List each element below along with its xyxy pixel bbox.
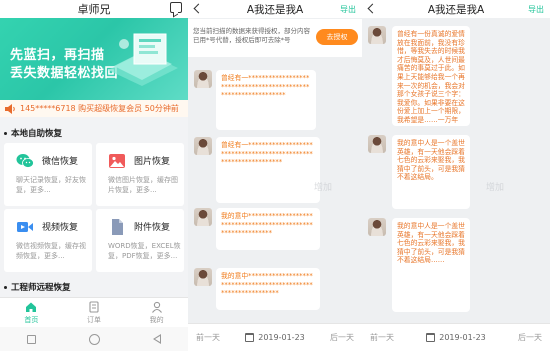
prev-day-button[interactable]: 前一天 [370, 332, 394, 343]
avatar[interactable] [194, 70, 212, 88]
next-day-button[interactable]: 后一天 [518, 332, 542, 343]
current-date: 2019-01-23 [258, 333, 305, 342]
tab-home[interactable]: 首页 [0, 298, 63, 327]
avatar[interactable] [194, 137, 212, 155]
card-desc: WORD恢复，EXCEL恢复，PDF恢复，更多... [108, 242, 181, 260]
banner-illustration-icon [108, 33, 178, 86]
card-desc: 微信图片恢复，缓存图片恢复，更多... [108, 176, 178, 194]
home-screen: 卓师兄 先蓝扫，再扫描 丢失数据轻松找回 145*****6718 购买超级恢复… [0, 0, 188, 351]
image-recovery-card[interactable]: 图片恢复 微信图片恢复，缓存图片恢复，更多... [96, 143, 184, 206]
chat-header: A我还是我A 导出 [188, 0, 362, 18]
wechat-icon [16, 154, 34, 168]
tab-label: 订单 [87, 315, 101, 324]
message-bubble[interactable]: 曾经有一份真诚的爱情放在我面前，我没有珍惜，等我失去的时候我才后悔莫及，人世间最… [392, 26, 470, 126]
message-bubble[interactable]: 曾经有一************************************… [216, 70, 316, 130]
file-icon [112, 219, 123, 235]
chat-header: A我还是我A 导出 [362, 0, 550, 18]
date-navigator: 前一天 2019-01-23 后一天 [188, 323, 362, 351]
wechat-recovery-card[interactable]: 微信恢复 聊天记录恢复，好友恢复，更多... [4, 143, 92, 206]
home-icon [26, 302, 37, 312]
watermark-text: 增加 [486, 183, 505, 193]
chat-title: A我还是我A [246, 3, 304, 16]
current-date: 2019-01-23 [439, 333, 486, 342]
avatar[interactable] [194, 268, 212, 286]
user-icon [151, 301, 162, 313]
bottom-tabbar: 首页 订单 我的 [0, 297, 188, 327]
image-icon [109, 154, 125, 168]
banner-line1: 先蓝扫，再扫描 [10, 48, 105, 63]
message-bubble[interactable]: 我的意中人是一个盖世英雄，有一天他会踩着七色的云彩来娶我，我猜中了前头，可是我猜… [392, 135, 470, 209]
promo-banner[interactable]: 先蓝扫，再扫描 丢失数据轻松找回 [0, 18, 188, 100]
calendar-icon [426, 333, 436, 342]
card-title: 图片恢复 [134, 157, 171, 167]
speaker-icon [5, 103, 15, 114]
avatar[interactable] [368, 135, 386, 153]
export-button[interactable]: 导出 [340, 4, 356, 15]
tab-label: 我的 [149, 315, 164, 324]
back-triangle-icon[interactable] [153, 334, 162, 344]
avatar[interactable] [368, 218, 386, 236]
authorize-button[interactable]: 去授权 [316, 29, 358, 45]
card-title: 视频恢复 [42, 223, 79, 233]
video-recovery-card[interactable]: 视频恢复 微信视频恢复，缓存视频恢复，更多... [4, 209, 92, 272]
notice-text: 145*****6718 购买超级恢复会员 50分钟前 [20, 104, 179, 113]
message-bubble[interactable]: 曾经有一************************************… [216, 137, 320, 203]
date-navigator: 前一天 2019-01-23 后一天 [362, 323, 550, 351]
export-button[interactable]: 导出 [528, 4, 544, 15]
chat-screen-locked: A我还是我A 导出 您当前扫描的数据来获得授权，部分内容已用*号代替，授权后即可… [188, 0, 362, 351]
section-title-local: 本地自助恢复 [4, 127, 62, 139]
home-circle-icon[interactable] [88, 333, 100, 345]
app-header: 卓师兄 [0, 0, 188, 18]
next-day-button[interactable]: 后一天 [330, 332, 354, 343]
back-icon[interactable] [367, 3, 378, 14]
screens-composite: 卓师兄 先蓝扫，再扫描 丢失数据轻松找回 145*****6718 购买超级恢复… [0, 0, 550, 351]
order-icon [89, 300, 99, 313]
tab-label: 首页 [24, 315, 39, 324]
purchase-notice: 145*****6718 购买超级恢复会员 50分钟前 [0, 100, 188, 117]
message-bubble[interactable]: 我的意中************************************… [216, 268, 320, 310]
card-title: 微信恢复 [42, 157, 79, 167]
tab-mine[interactable]: 我的 [125, 298, 188, 327]
auth-banner: 您当前扫描的数据来获得授权，部分内容已用*号代替，授权后即可去除*号 去授权 [188, 19, 362, 57]
section-title-remote: 工程师远程恢复 [4, 281, 71, 293]
app-title: 卓师兄 [77, 3, 111, 16]
recents-icon[interactable] [26, 334, 36, 344]
tab-orders[interactable]: 订单 [63, 298, 126, 327]
message-bubble[interactable]: 我的意中人是一个盖世英雄，有一天他会踩着七色的云彩来娶我，我猜中了前头，可是我猜… [392, 218, 470, 312]
banner-line2: 丢失数据轻松找回 [10, 66, 119, 81]
avatar[interactable] [194, 208, 212, 226]
file-recovery-card[interactable]: 附件恢复 WORD恢复，EXCEL恢复，PDF恢复，更多... [96, 209, 184, 272]
message-bubble[interactable]: 我的意中************************************… [216, 208, 320, 250]
auth-text: 您当前扫描的数据来获得授权，部分内容已用*号代替，授权后即可去除*号 [193, 27, 310, 44]
chat-title: A我还是我A [427, 3, 485, 16]
date-picker[interactable]: 2019-01-23 [245, 333, 305, 342]
card-desc: 微信视频恢复，缓存视频恢复，更多... [16, 242, 86, 260]
avatar[interactable] [368, 26, 386, 44]
card-title: 附件恢复 [134, 223, 171, 233]
back-icon[interactable] [193, 3, 204, 14]
card-desc: 聊天记录恢复，好友恢复，更多... [16, 176, 86, 194]
video-icon [17, 222, 33, 232]
message-icon[interactable] [170, 2, 182, 13]
calendar-icon [245, 333, 255, 342]
prev-day-button[interactable]: 前一天 [196, 332, 220, 343]
system-navbar [0, 327, 188, 351]
chat-screen-unlocked: A我还是我A 导出 曾经有一份真诚的爱情放在我面前，我没有珍惜，等我失去的时候我… [362, 0, 550, 351]
watermark-text: 增加 [314, 183, 333, 193]
date-picker[interactable]: 2019-01-23 [426, 333, 486, 342]
